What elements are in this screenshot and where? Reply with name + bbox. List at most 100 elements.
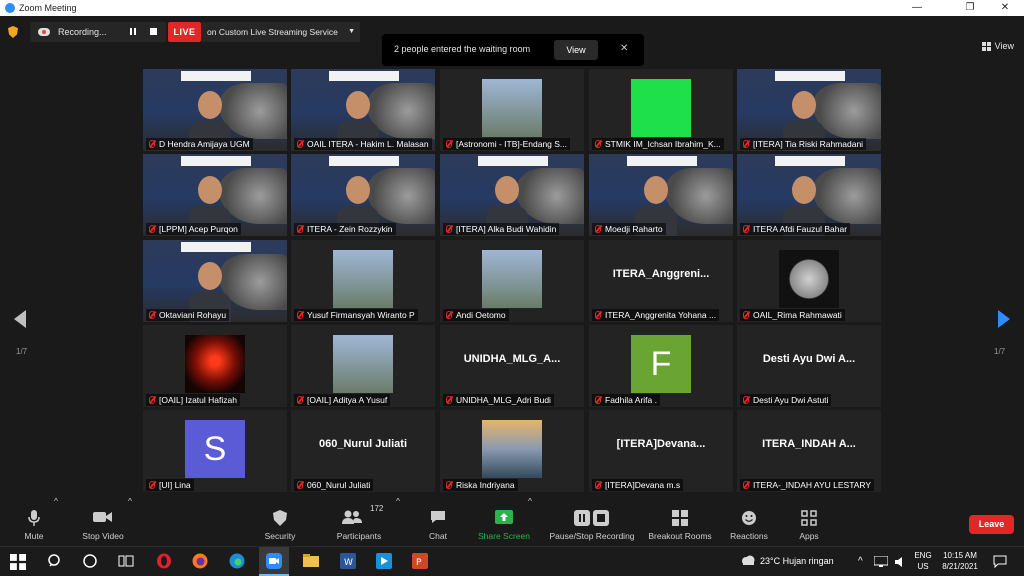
close-window-button[interactable]: ✕: [990, 0, 1020, 16]
participant-tile[interactable]: Desti Ayu Dwi A... Desti Ayu Dwi Astuti: [737, 325, 881, 407]
muted-microphone-icon: [149, 481, 155, 489]
share-screen-button[interactable]: Share Screen: [474, 496, 534, 546]
task-view-icon[interactable]: [118, 553, 134, 569]
opera-browser-icon[interactable]: [156, 553, 172, 569]
participant-tile[interactable]: D Hendra Amijaya UGM: [143, 69, 287, 151]
participant-display-name: 060_Nurul Juliati: [318, 438, 408, 450]
zoom-taskbar-active[interactable]: [259, 547, 289, 576]
participant-display-name: [ITERA]Devana...: [616, 438, 706, 450]
reactions-button[interactable]: Reactions: [726, 496, 772, 546]
participant-tile[interactable]: Oktaviani Rohayu: [143, 240, 287, 322]
notification-center-icon[interactable]: [993, 555, 1007, 568]
participant-tile[interactable]: ITERA_INDAH A... ITERA-_INDAH AYU LESTARY: [737, 410, 881, 492]
participant-tile[interactable]: Moedji Raharto: [589, 154, 733, 236]
participants-button[interactable]: 172 Participants: [330, 496, 388, 546]
stop-recording-icon[interactable]: [150, 28, 157, 35]
svg-text:P: P: [416, 558, 422, 568]
maximize-button[interactable]: ❐: [955, 0, 985, 16]
muted-microphone-icon: [743, 311, 749, 319]
weather-cloud-icon[interactable]: [740, 554, 756, 568]
pause-recording-icon[interactable]: [130, 28, 136, 35]
security-button[interactable]: Security: [258, 496, 302, 546]
participant-name: ITERA Afdi Fauzul Bahar: [753, 224, 848, 234]
participant-name-label: [OAIL] Aditya A Yusuf: [294, 394, 391, 406]
participant-name-label: Yusuf Firmansyah Wiranto P: [294, 309, 418, 321]
profile-picture: [333, 335, 393, 393]
participant-tile[interactable]: [ITERA] Alka Budi Wahidin: [440, 154, 584, 236]
participant-tile[interactable]: [OAIL] Aditya A Yusuf: [291, 325, 435, 407]
participants-icon: [342, 510, 362, 524]
clock[interactable]: 10:15 AM 8/21/2021: [938, 550, 982, 572]
participant-tile[interactable]: Andi Oetomo: [440, 240, 584, 322]
live-badge[interactable]: LIVE: [168, 22, 201, 42]
network-icon[interactable]: [874, 556, 888, 568]
participant-tile[interactable]: [OAIL] Izatul Hafizah: [143, 325, 287, 407]
share-options-chevron-icon[interactable]: ^: [528, 496, 532, 546]
participant-tile[interactable]: [ITERA]Devana... [ITERA]Devana m.s: [589, 410, 733, 492]
minimize-button[interactable]: —: [902, 0, 932, 16]
participant-name-label: Moedji Raharto: [592, 223, 666, 235]
participant-name: OAIL_Rima Rahmawati: [753, 310, 842, 320]
live-stream-dropdown[interactable]: on Custom Live Streaming Service ▼: [201, 22, 360, 42]
language-indicator[interactable]: ENG US: [912, 550, 934, 572]
participant-tile[interactable]: UNIDHA_MLG_A... UNIDHA_MLG_Adri Budi: [440, 325, 584, 407]
leave-button[interactable]: Leave: [969, 515, 1014, 534]
show-hidden-icons-chevron-icon[interactable]: ^: [858, 547, 863, 576]
apps-button[interactable]: Apps: [792, 496, 826, 546]
powerpoint-app-icon[interactable]: P: [412, 553, 428, 569]
next-page-arrow-icon[interactable]: [998, 310, 1010, 328]
participant-tile[interactable]: [Astronomi - ITB]-Endang S...: [440, 69, 584, 151]
participant-display-name: Desti Ayu Dwi A...: [762, 353, 856, 365]
pause-stop-recording-button[interactable]: Pause/Stop Recording: [546, 496, 638, 546]
media-player-icon[interactable]: [376, 553, 392, 569]
breakout-rooms-button[interactable]: Breakout Rooms: [646, 496, 714, 546]
chat-button[interactable]: Chat: [420, 496, 456, 546]
participant-name-label: D Hendra Amijaya UGM: [146, 138, 253, 150]
participant-tile[interactable]: [ITERA] Tia Riski Rahmadani: [737, 69, 881, 151]
participant-tile[interactable]: STMIK IM_Ichsan Ibrahim_K...: [589, 69, 733, 151]
participant-count: 172: [370, 504, 384, 513]
participant-name: ITERA - Zein Rozzykin: [307, 224, 393, 234]
participants-chevron-icon[interactable]: ^: [396, 496, 400, 546]
weather-label[interactable]: 23°C Hujan ringan: [760, 547, 834, 576]
recording-controls-label: Pause/Stop Recording: [549, 531, 635, 541]
participant-name-label: Riska Indriyana: [443, 479, 518, 491]
participant-name-label: [ITERA] Alka Budi Wahidin: [443, 223, 560, 235]
apps-label: Apps: [799, 531, 819, 541]
firefox-browser-icon[interactable]: [192, 553, 208, 569]
svg-text:W: W: [344, 558, 353, 568]
search-icon[interactable]: [47, 553, 63, 569]
participant-tile[interactable]: ITERA_Anggreni... ITERA_Anggrenita Yohana…: [589, 240, 733, 322]
participant-name: Desti Ayu Dwi Astuti: [753, 395, 829, 405]
participant-tile[interactable]: ITERA Afdi Fauzul Bahar: [737, 154, 881, 236]
windows-start-icon[interactable]: [10, 554, 26, 570]
stop-video-button[interactable]: Stop Video: [78, 496, 128, 546]
participant-tile[interactable]: S [UI] Lina: [143, 410, 287, 492]
reactions-label: Reactions: [730, 531, 768, 541]
participant-tile[interactable]: Riska Indriyana: [440, 410, 584, 492]
security-shield-icon[interactable]: [8, 26, 18, 38]
file-explorer-icon[interactable]: [303, 553, 319, 569]
edge-browser-icon[interactable]: [229, 553, 245, 569]
cortana-icon[interactable]: [82, 553, 98, 569]
stop-video-label: Stop Video: [82, 531, 124, 541]
participant-tile[interactable]: Yusuf Firmansyah Wiranto P: [291, 240, 435, 322]
video-options-chevron-icon[interactable]: ^: [128, 496, 132, 546]
profile-picture: [333, 250, 393, 308]
word-app-icon[interactable]: W: [340, 553, 356, 569]
zoom-logo-icon: [5, 3, 15, 13]
speaker-icon[interactable]: [894, 556, 908, 568]
waiting-room-view-button[interactable]: View: [554, 40, 598, 60]
notification-close-icon[interactable]: ✕: [620, 43, 628, 54]
previous-page-arrow-icon[interactable]: [14, 310, 26, 328]
participant-tile[interactable]: 060_Nurul Juliati 060_Nurul Juliati: [291, 410, 435, 492]
participant-tile[interactable]: [LPPM] Acep Purqon: [143, 154, 287, 236]
participant-tile[interactable]: ITERA - Zein Rozzykin: [291, 154, 435, 236]
participant-tile[interactable]: OAIL ITERA - Hakim L. Malasan: [291, 69, 435, 151]
participant-tile[interactable]: F Fadhila Arifa .: [589, 325, 733, 407]
participant-name: STMIK IM_Ichsan Ibrahim_K...: [605, 139, 721, 149]
participant-tile[interactable]: OAIL_Rima Rahmawati: [737, 240, 881, 322]
mute-button[interactable]: Mute: [14, 496, 54, 546]
clock-date: 8/21/2021: [942, 562, 978, 571]
audio-options-chevron-icon[interactable]: ^: [54, 496, 58, 546]
